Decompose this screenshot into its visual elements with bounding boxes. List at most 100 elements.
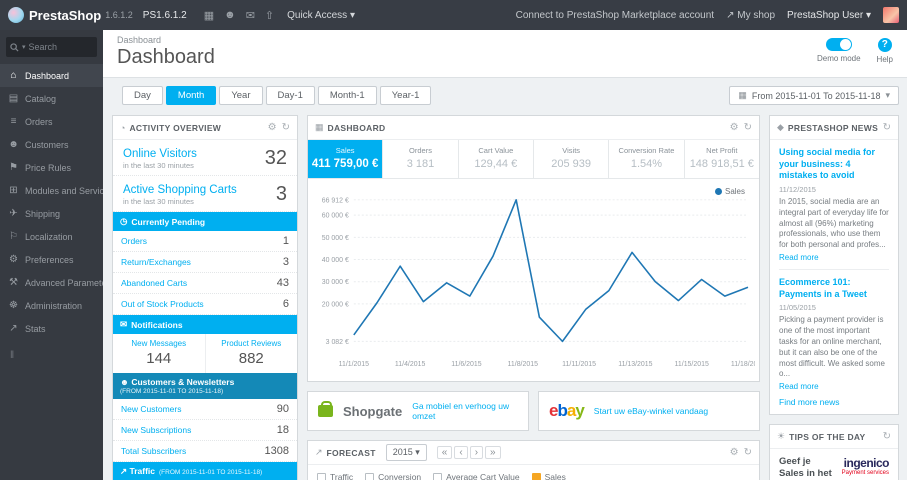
- pending-row-out-of-stock[interactable]: Out of Stock Products 6: [113, 294, 297, 315]
- kpi-value: 411 759,00 €: [311, 158, 379, 170]
- conversion-checkbox[interactable]: [365, 472, 375, 480]
- date-range-picker[interactable]: ▦ From 2015-11-01 To 2015-11-18 ▾: [729, 86, 899, 105]
- kpi-orders[interactable]: Orders 3 181: [383, 140, 459, 178]
- shopgate-ad-link[interactable]: Ga mobiel en verhoog uw omzet: [412, 401, 518, 421]
- sidebar-item-dashboard[interactable]: ⌂ Dashboard: [0, 64, 103, 87]
- my-shop-link[interactable]: ↗ My shop: [726, 10, 775, 21]
- next-page-icon[interactable]: ›: [469, 446, 484, 460]
- sidebar-item-orders[interactable]: ≡ Orders: [0, 110, 103, 133]
- quick-access-menu[interactable]: Quick Access ▾: [287, 10, 355, 21]
- catalog-icon: ▤: [8, 93, 19, 104]
- read-more-link[interactable]: Read more: [779, 382, 889, 391]
- row-value: 18: [276, 424, 289, 436]
- brand-version: 1.6.1.2: [105, 10, 133, 20]
- search-input[interactable]: [28, 42, 93, 52]
- kpi-visits[interactable]: Visits 205 939: [534, 140, 610, 178]
- prev-page-icon[interactable]: ‹: [454, 446, 468, 460]
- sidebar-item-modules[interactable]: ⊞ Modules and Services: [0, 179, 103, 202]
- sidebar-item-label: Catalog: [25, 93, 57, 104]
- forecast-legend-conversion[interactable]: Conversion: [365, 472, 421, 480]
- article-title-link[interactable]: Using social media for your business: 4 …: [779, 147, 889, 182]
- breadcrumb[interactable]: Dashboard: [117, 35, 893, 45]
- sidebar-item-catalog[interactable]: ▤ Catalog: [0, 87, 103, 110]
- sidebar-item-customers[interactable]: ☻ Customers: [0, 133, 103, 156]
- news-body: Using social media for your business: 4 …: [770, 140, 898, 414]
- sidebar-item-price-rules[interactable]: ⚑ Price Rules: [0, 156, 103, 179]
- refresh-icon[interactable]: ↻: [744, 447, 752, 458]
- sidebar-item-localization[interactable]: ⚐ Localization: [0, 225, 103, 248]
- demo-mode-toggle[interactable]: [825, 38, 852, 51]
- read-more-link[interactable]: Read more: [779, 253, 889, 262]
- avatar[interactable]: [883, 7, 899, 23]
- article-title-link[interactable]: Ecommerce 101: Payments in a Tweet: [779, 277, 889, 300]
- kpi-net-profit[interactable]: Net Profit 148 918,51 €: [685, 140, 759, 178]
- refresh-icon[interactable]: ↻: [883, 431, 891, 442]
- customers-row-new-customers[interactable]: New Customers 90: [113, 399, 297, 420]
- messages-icon[interactable]: ✉: [246, 9, 255, 22]
- row-label: Orders: [121, 236, 147, 246]
- last-page-icon[interactable]: »: [485, 446, 501, 460]
- row-label: Abandoned Carts: [121, 278, 188, 288]
- product-reviews-cell[interactable]: Product Reviews 882: [204, 334, 298, 373]
- gear-icon[interactable]: ⚙: [268, 122, 277, 133]
- sales-checkbox[interactable]: [531, 472, 541, 480]
- help-icon[interactable]: ?: [877, 38, 892, 52]
- kpi-label: Cart Value: [478, 146, 514, 155]
- cart-icon[interactable]: ▦: [204, 9, 214, 22]
- refresh-icon[interactable]: ↻: [282, 122, 290, 133]
- tab-month[interactable]: Month: [165, 86, 217, 105]
- online-visitors-metric[interactable]: Online Visitors in the last 30 minutes 3…: [113, 140, 297, 176]
- upgrade-icon[interactable]: ⇧: [265, 9, 274, 22]
- customers-row-total-subscribers[interactable]: Total Subscribers 1308: [113, 441, 297, 462]
- kpi-conversion-rate[interactable]: Conversion Rate 1.54%: [609, 140, 685, 178]
- refresh-icon[interactable]: ↻: [883, 122, 891, 133]
- customers-row-new-subscriptions[interactable]: New Subscriptions 18: [113, 420, 297, 441]
- ebay-ad-link[interactable]: Start uw eBay-winkel vandaag: [594, 406, 708, 416]
- customers-quick-icon[interactable]: ☻: [224, 9, 236, 21]
- chart-legend[interactable]: Sales: [714, 187, 745, 196]
- active-carts-metric[interactable]: Active Shopping Carts in the last 30 min…: [113, 176, 297, 212]
- sales-legend-label: Sales: [724, 187, 745, 196]
- tab-month-minus-1[interactable]: Month-1: [317, 86, 377, 105]
- kpi-label: Conversion Rate: [618, 146, 675, 155]
- forecast-legend-traffic[interactable]: Traffic: [317, 472, 353, 480]
- kpi-sales[interactable]: Sales 411 759,00 €: [308, 140, 384, 178]
- tab-year-minus-1[interactable]: Year-1: [379, 86, 432, 105]
- shopgate-module-ad[interactable]: Shopgate Ga mobiel en verhoog uw omzet: [307, 391, 529, 432]
- new-messages-cell[interactable]: New Messages 144: [113, 334, 205, 373]
- search-box[interactable]: ▾: [6, 37, 97, 57]
- gear-icon[interactable]: ⚙: [730, 447, 739, 458]
- forecast-year-select[interactable]: 2015 ▾: [385, 444, 427, 462]
- pending-row-abandoned-carts[interactable]: Abandoned Carts 43: [113, 273, 297, 294]
- forecast-legend-average-cart-value[interactable]: Average Cart Value: [433, 472, 520, 480]
- pending-row-orders[interactable]: Orders 1: [113, 231, 297, 252]
- traffic-checkbox[interactable]: [317, 472, 326, 480]
- marketplace-link[interactable]: Connect to PrestaShop Marketplace accoun…: [516, 10, 714, 21]
- sidebar-item-shipping[interactable]: ✈ Shipping: [0, 202, 103, 225]
- prestashop-logo-icon[interactable]: [8, 7, 24, 23]
- customers-newsletters-header: ☻ Customers & Newsletters (FROM 2015-11-…: [113, 373, 297, 399]
- sidebar-item-administration[interactable]: ☸ Administration: [0, 294, 103, 317]
- search-scope-caret-icon[interactable]: ▾: [22, 43, 26, 51]
- tab-day[interactable]: Day: [122, 86, 163, 105]
- sidebar-item-advanced-parameters[interactable]: ⚒ Advanced Parameters: [0, 271, 103, 294]
- kpi-cart-value[interactable]: Cart Value 129,44 €: [459, 140, 534, 178]
- pending-row-returns[interactable]: Return/Exchanges 3: [113, 252, 297, 273]
- user-menu[interactable]: PrestaShop User ▾: [787, 10, 871, 21]
- tab-day-minus-1[interactable]: Day-1: [265, 86, 315, 105]
- svg-text:11/6/2015: 11/6/2015: [451, 361, 482, 368]
- ebay-module-ad[interactable]: ebay Start uw eBay-winkel vandaag: [538, 391, 760, 432]
- sidebar-item-stats[interactable]: ↗ Stats: [0, 317, 103, 340]
- sidebar-item-preferences[interactable]: ⚙ Preferences: [0, 248, 103, 271]
- first-page-icon[interactable]: «: [436, 446, 453, 460]
- sidebar-nav: ⌂ Dashboard ▤ Catalog ≡ Orders ☻ Custome…: [0, 64, 103, 340]
- refresh-icon[interactable]: ↻: [744, 122, 752, 133]
- average-cart-value-checkbox[interactable]: [433, 472, 443, 480]
- shipping-icon: ✈: [9, 208, 18, 219]
- sidebar-item-label: Preferences: [25, 254, 74, 265]
- find-more-news-link[interactable]: Find more news: [779, 397, 889, 407]
- forecast-legend-sales[interactable]: Sales: [531, 472, 566, 480]
- tab-year[interactable]: Year: [219, 86, 263, 105]
- gear-icon[interactable]: ⚙: [730, 122, 739, 133]
- sidebar-collapse-icon[interactable]: ‖: [0, 340, 103, 371]
